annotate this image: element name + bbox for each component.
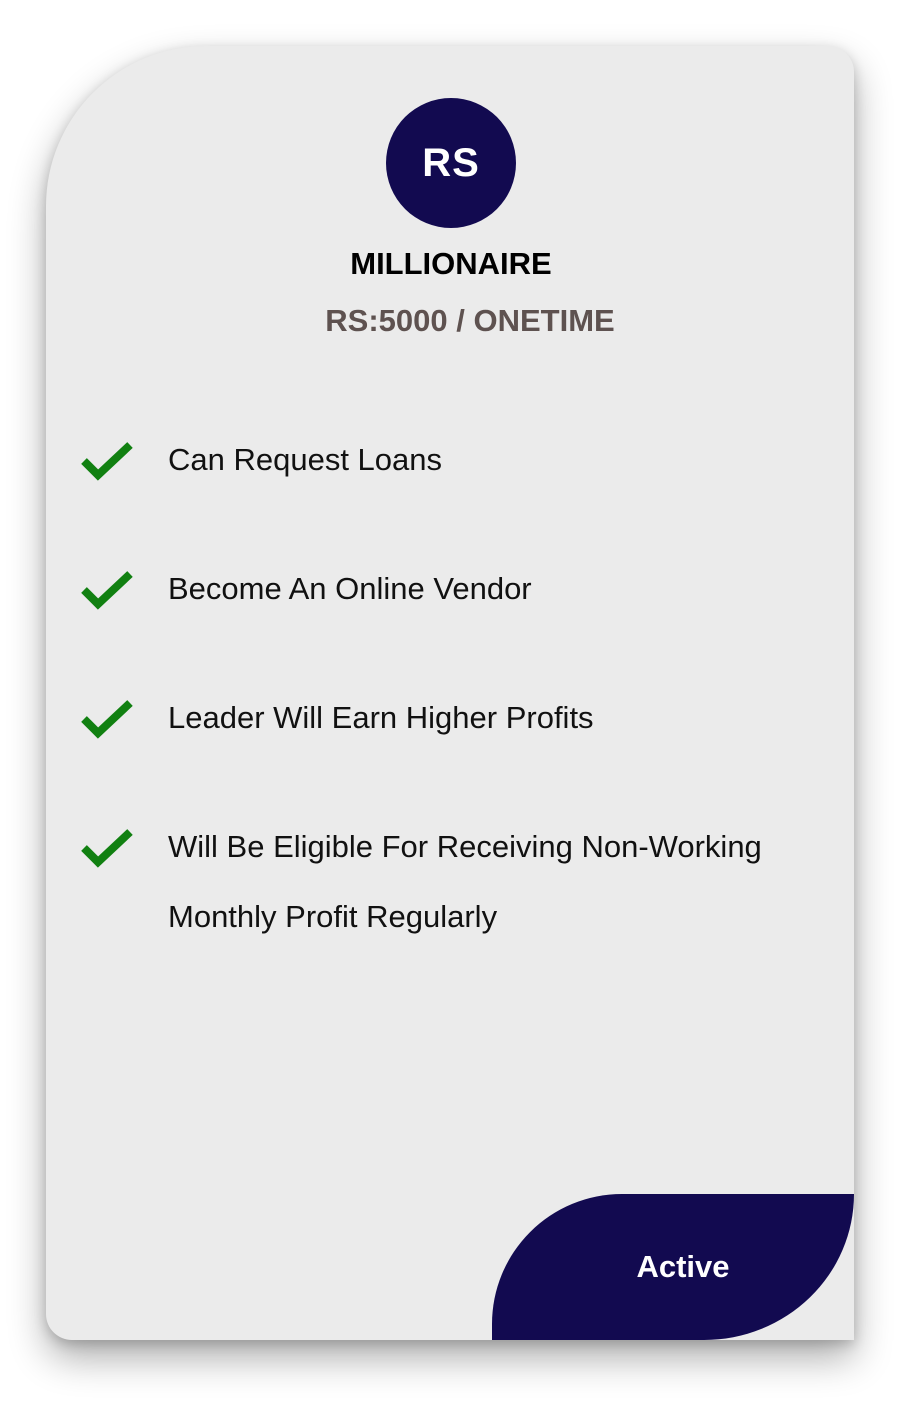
feature-item: Become An Online Vendor bbox=[80, 565, 840, 614]
checkmark-icon bbox=[81, 571, 133, 610]
feature-list: Can Request Loans Become An Online Vendo… bbox=[80, 436, 840, 1032]
feature-item: Will Be Eligible For Receiving Non-Worki… bbox=[80, 823, 840, 952]
plan-card: RS MILLIONAIRE RS:5000 / ONETIME Can Req… bbox=[46, 46, 854, 1340]
checkmark-icon bbox=[81, 829, 133, 868]
checkmark-icon bbox=[81, 442, 133, 481]
feature-label: Become An Online Vendor bbox=[168, 571, 532, 606]
status-label: Active bbox=[636, 1249, 730, 1284]
feature-item: Can Request Loans bbox=[80, 436, 840, 485]
avatar-text: RS bbox=[422, 140, 480, 185]
feature-label: Will Be Eligible For Receiving Non-Worki… bbox=[168, 829, 762, 934]
feature-label: Can Request Loans bbox=[168, 442, 443, 477]
plan-title: MILLIONAIRE bbox=[350, 246, 552, 281]
plan-price: RS:5000 / ONETIME bbox=[325, 303, 615, 338]
checkmark-icon bbox=[81, 700, 133, 739]
plan-avatar: RS bbox=[386, 98, 516, 228]
feature-label: Leader Will Earn Higher Profits bbox=[168, 700, 594, 735]
feature-item: Leader Will Earn Higher Profits bbox=[80, 694, 840, 743]
active-status-button[interactable]: Active bbox=[492, 1194, 854, 1340]
